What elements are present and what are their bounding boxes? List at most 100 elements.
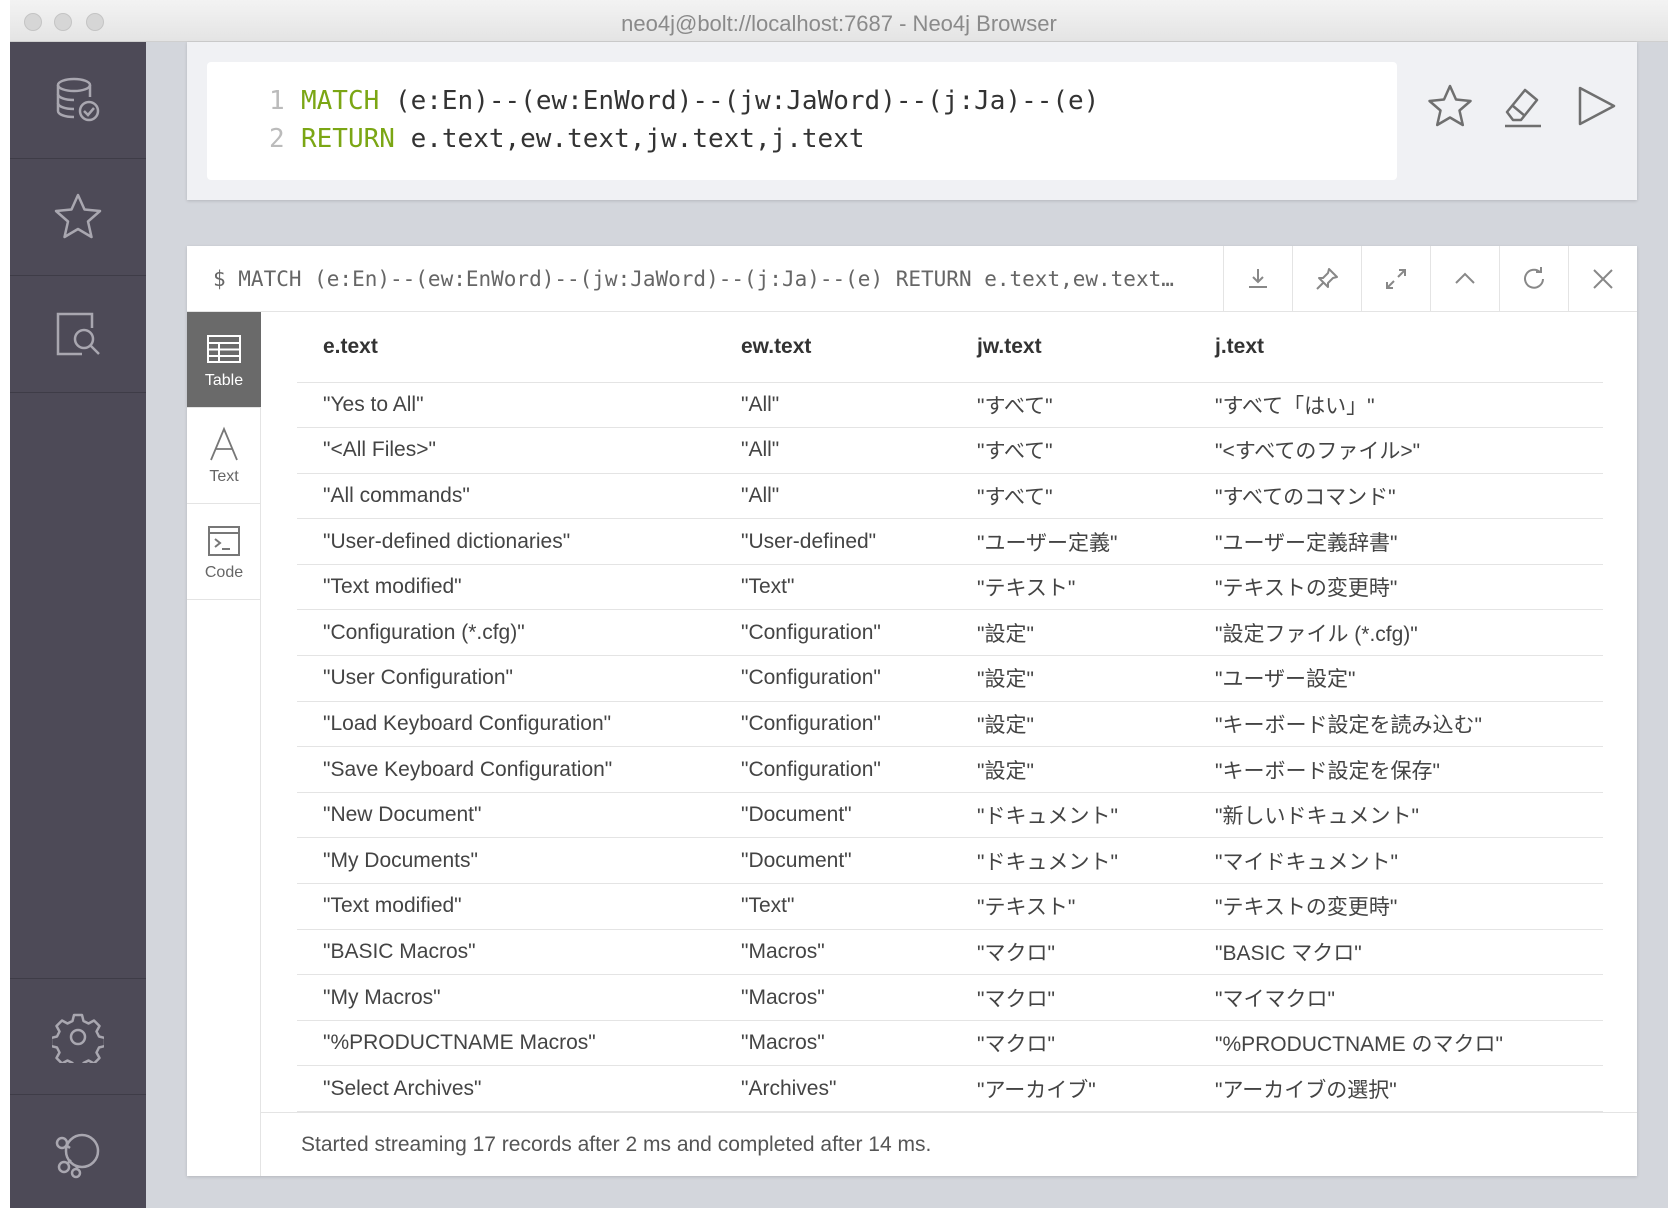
column-header: j.text [1189, 312, 1603, 383]
table-cell: "%PRODUCTNAME Macros" [297, 1020, 715, 1067]
sidebar-item-about[interactable] [10, 1095, 146, 1208]
table-cell: "テキスト" [951, 564, 1189, 611]
sidebar-item-database[interactable] [10, 42, 146, 159]
table-icon [207, 334, 241, 363]
table-cell: "アーカイブの選択" [1189, 1065, 1603, 1112]
clear-editor-button[interactable] [1499, 82, 1547, 130]
table-cell: "キーボード設定を読み込む" [1189, 701, 1603, 748]
chevron-up-icon [1455, 272, 1475, 284]
code-keyword: MATCH [301, 86, 380, 116]
table-cell: "Macros" [715, 929, 951, 976]
table-row: "%PRODUCTNAME Macros" "Macros" "マクロ" "%PROD… [297, 1020, 1603, 1067]
tab-code[interactable]: Code [187, 504, 261, 600]
table-cell: "Document" [715, 792, 951, 839]
table-cell: "設定" [951, 701, 1189, 748]
table-cell: "BASIC マクロ" [1189, 929, 1603, 976]
table-cell: "新しいドキュメント" [1189, 792, 1603, 839]
table-cell: "Save Keyboard Configuration" [297, 746, 715, 793]
pin-button[interactable] [1292, 246, 1361, 312]
collapse-button[interactable] [1430, 246, 1499, 312]
sidebar-item-documents[interactable] [10, 276, 146, 393]
line-number: 2 [269, 124, 285, 154]
table-cell: "マクロ" [951, 1020, 1189, 1067]
window-titlebar: neo4j@bolt://localhost:7687 - Neo4j Brow… [10, 0, 1668, 42]
table-row: "Load Keyboard Configuration" "Configurat… [297, 701, 1603, 748]
download-icon [1249, 269, 1267, 288]
table-cell: "Document" [715, 837, 951, 885]
table-cell: "%PRODUCTNAME のマクロ" [1189, 1020, 1603, 1067]
table-cell: "すべて「はい」" [1189, 382, 1603, 429]
table-cell: "ユーザー定義辞書" [1189, 518, 1603, 565]
table-cell: "マクロ" [951, 929, 1189, 976]
table-cell: "設定" [951, 746, 1189, 793]
close-frame-button[interactable] [1568, 246, 1637, 312]
result-query-title[interactable]: $ MATCH (e:En)--(ew:EnWord)--(jw:JaWord)… [213, 267, 1213, 291]
tab-text[interactable]: Text [187, 408, 261, 504]
table-cell: "All" [715, 427, 951, 474]
table-cell: "テキスト" [951, 883, 1189, 930]
star-icon [54, 193, 102, 239]
database-icon [56, 77, 100, 122]
table-cell: "アーカイブ" [951, 1065, 1189, 1112]
table-cell: "ドキュメント" [951, 837, 1189, 885]
table-cell: "Configuration" [715, 655, 951, 702]
status-bar: Started streaming 17 records after 2 ms … [261, 1112, 1637, 1176]
code-line: 1 MATCH (e:En)--(ew:EnWord)--(jw:JaWord)-… [269, 86, 1099, 116]
table-cell: "ドキュメント" [951, 792, 1189, 839]
window-title: neo4j@bolt://localhost:7687 - Neo4j Brow… [621, 11, 1057, 36]
run-query-button[interactable] [1572, 82, 1620, 130]
table-cell: "Configuration" [715, 609, 951, 657]
star-icon [1428, 84, 1472, 127]
close-icon [1593, 269, 1613, 289]
code-icon [208, 525, 240, 556]
table-cell: "テキストの変更時" [1189, 564, 1603, 611]
table-cell: "User Configuration" [297, 655, 715, 702]
tab-table[interactable]: Table [187, 312, 261, 408]
editor-frame: 1 MATCH (e:En)--(ew:EnWord)--(jw:JaWord)-… [187, 42, 1637, 200]
table-cell: "設定" [951, 655, 1189, 702]
table-row: "User Configuration" "Configuration" "設定" "… [297, 655, 1603, 702]
refresh-icon [1524, 267, 1544, 289]
tab-label: Code [204, 563, 244, 581]
table-cell: "My Macros" [297, 974, 715, 1021]
cypher-editor[interactable]: 1 MATCH (e:En)--(ew:EnWord)--(jw:JaWord)-… [207, 62, 1397, 180]
table-row: "New Document" "Document" "ドキュメント" "新しいドキュメ… [297, 792, 1603, 839]
table-cell: "すべて" [951, 382, 1189, 429]
table-cell: "マクロ" [951, 974, 1189, 1021]
table-cell: "Select Archives" [297, 1065, 715, 1112]
tab-label: Table [204, 371, 244, 389]
table-row: "Save Keyboard Configuration" "Configurat… [297, 746, 1603, 793]
table-cell: "マイドキュメント" [1189, 837, 1603, 885]
sidebar-item-favorites[interactable] [10, 159, 146, 276]
table-cell: "BASIC Macros" [297, 929, 715, 976]
code-text: e.text,ew.text,jw.text,j.text [394, 124, 865, 154]
gear-icon [52, 1013, 104, 1063]
table-cell: "<All Files>" [297, 427, 715, 474]
download-button[interactable] [1223, 246, 1292, 312]
code-line: 2 RETURN e.text,ew.text,jw.text,j.text [269, 124, 865, 154]
play-icon [1578, 86, 1616, 126]
table-cell: "すべてのコマンド" [1189, 473, 1603, 520]
table-cell: "All" [715, 382, 951, 429]
favorite-button[interactable] [1426, 82, 1474, 130]
table-cell: "Yes to All" [297, 382, 715, 429]
main-stream: 1 MATCH (e:En)--(ew:EnWord)--(jw:JaWord)-… [146, 42, 1668, 1208]
table-row: "BASIC Macros" "Macros" "マクロ" "BASIC マクロ" [297, 929, 1603, 976]
sidebar-item-settings[interactable] [10, 978, 146, 1095]
table-cell: "設定ファイル (*.cfg)" [1189, 609, 1603, 657]
table-cell: "New Document" [297, 792, 715, 839]
table-row: "My Documents" "Document" "ドキュメント" "マイドキュメン… [297, 837, 1603, 885]
sidebar [10, 42, 146, 1208]
rerun-button[interactable] [1499, 246, 1568, 312]
table-cell: "Archives" [715, 1065, 951, 1112]
table-cell: "Text modified" [297, 883, 715, 930]
column-header: ew.text [715, 312, 951, 383]
fullscreen-button[interactable] [1361, 246, 1430, 312]
table-row: "<All Files>" "All" "すべて" "<すべてのファイル>" [297, 427, 1603, 474]
table-cell: "Macros" [715, 974, 951, 1021]
table-cell: "Text" [715, 564, 951, 611]
table-row: "Text modified" "Text" "テキスト" "テキストの変更時" [297, 883, 1603, 930]
table-cell: "すべて" [951, 473, 1189, 520]
tab-label: Text [209, 467, 239, 485]
view-tabs: Table Text Code [187, 312, 261, 1176]
